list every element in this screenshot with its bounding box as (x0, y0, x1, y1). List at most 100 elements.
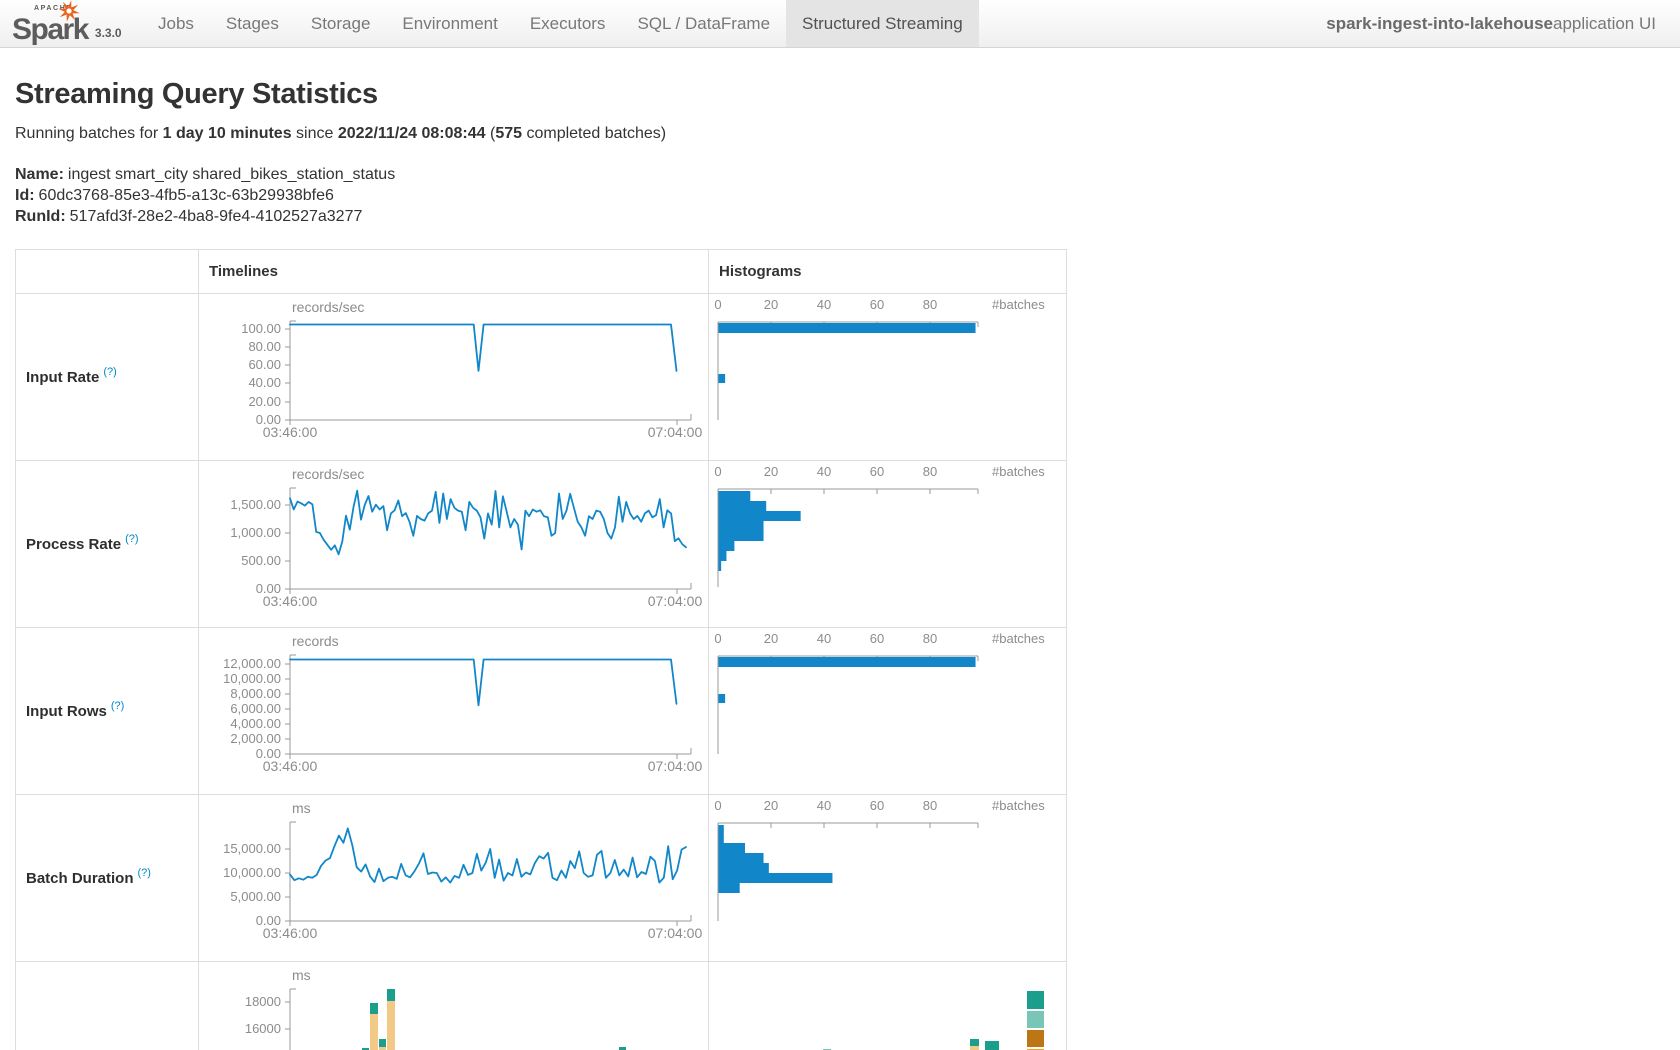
svg-text:40: 40 (817, 798, 831, 813)
svg-text:20: 20 (764, 297, 778, 312)
row-label-operation-duration (16, 962, 199, 1050)
svg-text:03:46:00: 03:46:00 (263, 758, 318, 774)
svg-text:ms: ms (292, 967, 311, 983)
svg-text:16000: 16000 (245, 1021, 281, 1036)
svg-text:records/sec: records/sec (292, 466, 364, 482)
input-rate-timeline-chart: records/sec100.0080.0060.0040.0020.000.0… (199, 294, 708, 460)
svg-text:60.00: 60.00 (248, 357, 281, 372)
process-rate-histogram-chart: 0 20 40 60 80 #batches (709, 461, 1065, 627)
spark-version: 3.3.0 (95, 26, 122, 40)
svg-text:8,000.00: 8,000.00 (230, 686, 281, 701)
top-nav: APACHE Spark 3.3.0 JobsStagesStorageEnvi… (0, 0, 1680, 48)
svg-text:80.00: 80.00 (248, 339, 281, 354)
svg-text:6,000.00: 6,000.00 (230, 701, 281, 716)
query-metadata: Name:ingest smart_city shared_bikes_stat… (15, 164, 1665, 227)
nav-tab-structured-streaming[interactable]: Structured Streaming (786, 0, 979, 47)
metric-row-operation-duration: ms180001600014000 (16, 962, 1066, 1050)
svg-text:60: 60 (870, 464, 884, 479)
nav-tab-environment[interactable]: Environment (386, 0, 513, 47)
running-batches-summary: Running batches for 1 day 10 minutes sin… (15, 125, 1665, 143)
svg-text:40: 40 (817, 631, 831, 646)
svg-text:ms: ms (292, 800, 311, 816)
svg-text:2,000.00: 2,000.00 (230, 731, 281, 746)
metric-row-batch-duration: Batch Duration(?)ms15,000.0010,000.005,0… (16, 795, 1066, 962)
svg-text:10,000.00: 10,000.00 (223, 865, 281, 880)
svg-text:80: 80 (923, 297, 937, 312)
row-label-batch-duration: Batch Duration (?) (16, 795, 199, 961)
svg-text:0: 0 (714, 631, 721, 646)
svg-text:records/sec: records/sec (292, 299, 364, 315)
spark-star-icon (57, 0, 81, 23)
operation-duration-timeline-chart: ms180001600014000 (199, 962, 708, 1050)
svg-text:40: 40 (817, 297, 831, 312)
table-header-row: Timelines Histograms (16, 250, 1066, 294)
input-rows-help-link[interactable]: (?) (111, 700, 124, 712)
statistics-table: Timelines Histograms Input Rate (?) record… (15, 249, 1067, 1050)
process-rate-timeline-chart: records/sec1,500.001,000.00500.000.0003:… (199, 461, 708, 627)
svg-text:5,000.00: 5,000.00 (230, 889, 281, 904)
nav-tab-jobs[interactable]: Jobs (142, 0, 210, 47)
svg-text:80: 80 (923, 464, 937, 479)
column-header-histograms: Histograms (709, 250, 1065, 293)
svg-text:12,000.00: 12,000.00 (223, 656, 281, 671)
svg-text:0: 0 (714, 297, 721, 312)
row-label-input-rate: Input Rate (?) (16, 294, 199, 460)
input-rate-help-link[interactable]: (?) (103, 366, 116, 378)
start-timestamp: 2022/11/24 08:08:44 (338, 125, 486, 142)
query-id: Id:60dc3768-85e3-4fb5-a13c-63b29938bfe6 (15, 185, 1665, 206)
completed-batch-count: 575 (495, 125, 522, 142)
svg-text:1,500.00: 1,500.00 (230, 497, 281, 512)
row-label-text: Batch Duration (26, 870, 134, 887)
svg-text:60: 60 (870, 798, 884, 813)
svg-text:4,000.00: 4,000.00 (230, 716, 281, 731)
metric-row-input-rate: Input Rate (?) records/sec 100.00 80.00 60.00… (16, 294, 1066, 461)
svg-text:0: 0 (714, 464, 721, 479)
input-rows-histogram-chart: 020406080#batches (709, 628, 1065, 794)
process-rate-help-link[interactable]: (?) (125, 533, 138, 545)
svg-text:20: 20 (764, 631, 778, 646)
application-name: spark-ingest-into-lakehouse (1326, 14, 1553, 34)
metric-row-process-rate: Process Rate(?)records/sec1,500.001,000.… (16, 461, 1066, 628)
operation-duration-histogram-chart (709, 962, 1065, 1050)
svg-text:20.00: 20.00 (248, 394, 281, 409)
svg-text:100.00: 100.00 (241, 321, 281, 336)
svg-text:60: 60 (870, 297, 884, 312)
query-name: Name:ingest smart_city shared_bikes_stat… (15, 164, 1665, 185)
svg-text:07:04:00: 07:04:00 (648, 758, 703, 774)
nav-tab-storage[interactable]: Storage (295, 0, 387, 47)
nav-tab-sql-dataframe[interactable]: SQL / DataFrame (621, 0, 786, 47)
svg-text:80: 80 (923, 798, 937, 813)
batch-duration-timeline-chart: ms15,000.0010,000.005,000.000.0003:46:00… (199, 795, 708, 961)
input-rows-timeline-chart: records12,000.0010,000.008,000.006,000.0… (199, 628, 708, 794)
svg-text:records: records (292, 633, 339, 649)
nav-tab-executors[interactable]: Executors (514, 0, 622, 47)
query-run-id: RunId:517afd3f-28e2-4ba8-9fe4-4102527a32… (15, 206, 1665, 227)
row-label-input-rows: Input Rows (?) (16, 628, 199, 794)
batch-duration-histogram-chart: 0 20 40 60 80 #batches (709, 795, 1065, 961)
row-label-text: Input Rows (26, 703, 107, 720)
svg-text:20: 20 (764, 464, 778, 479)
spark-logo[interactable]: APACHE Spark 3.3.0 (0, 0, 124, 47)
column-header-metric (16, 250, 199, 293)
svg-text:03:46:00: 03:46:00 (263, 424, 318, 440)
svg-text:500.00: 500.00 (241, 553, 281, 568)
svg-text:07:04:00: 07:04:00 (648, 925, 703, 941)
metric-row-input-rows: Input Rows(?)records12,000.0010,000.008,… (16, 628, 1066, 795)
svg-text:40: 40 (817, 464, 831, 479)
nav-tabs: JobsStagesStorageEnvironmentExecutorsSQL… (142, 0, 979, 47)
svg-text:#batches: #batches (992, 464, 1045, 479)
svg-text:20: 20 (764, 798, 778, 813)
svg-text:03:46:00: 03:46:00 (263, 593, 318, 609)
svg-text:60: 60 (870, 631, 884, 646)
row-label-text: Process Rate (26, 536, 121, 553)
row-label-text: Input Rate (26, 369, 99, 386)
svg-text:#batches: #batches (992, 798, 1045, 813)
nav-tab-stages[interactable]: Stages (210, 0, 295, 47)
application-title: spark-ingest-into-lakehouse application … (1326, 0, 1656, 47)
svg-text:07:04:00: 07:04:00 (648, 424, 703, 440)
row-label-process-rate: Process Rate (?) (16, 461, 199, 627)
svg-text:0: 0 (714, 798, 721, 813)
batch-duration-help-link[interactable]: (?) (138, 867, 151, 879)
input-rate-histogram-chart: 020406080#batches (709, 294, 1065, 460)
main-content: Streaming Query Statistics Running batch… (0, 78, 1680, 1050)
